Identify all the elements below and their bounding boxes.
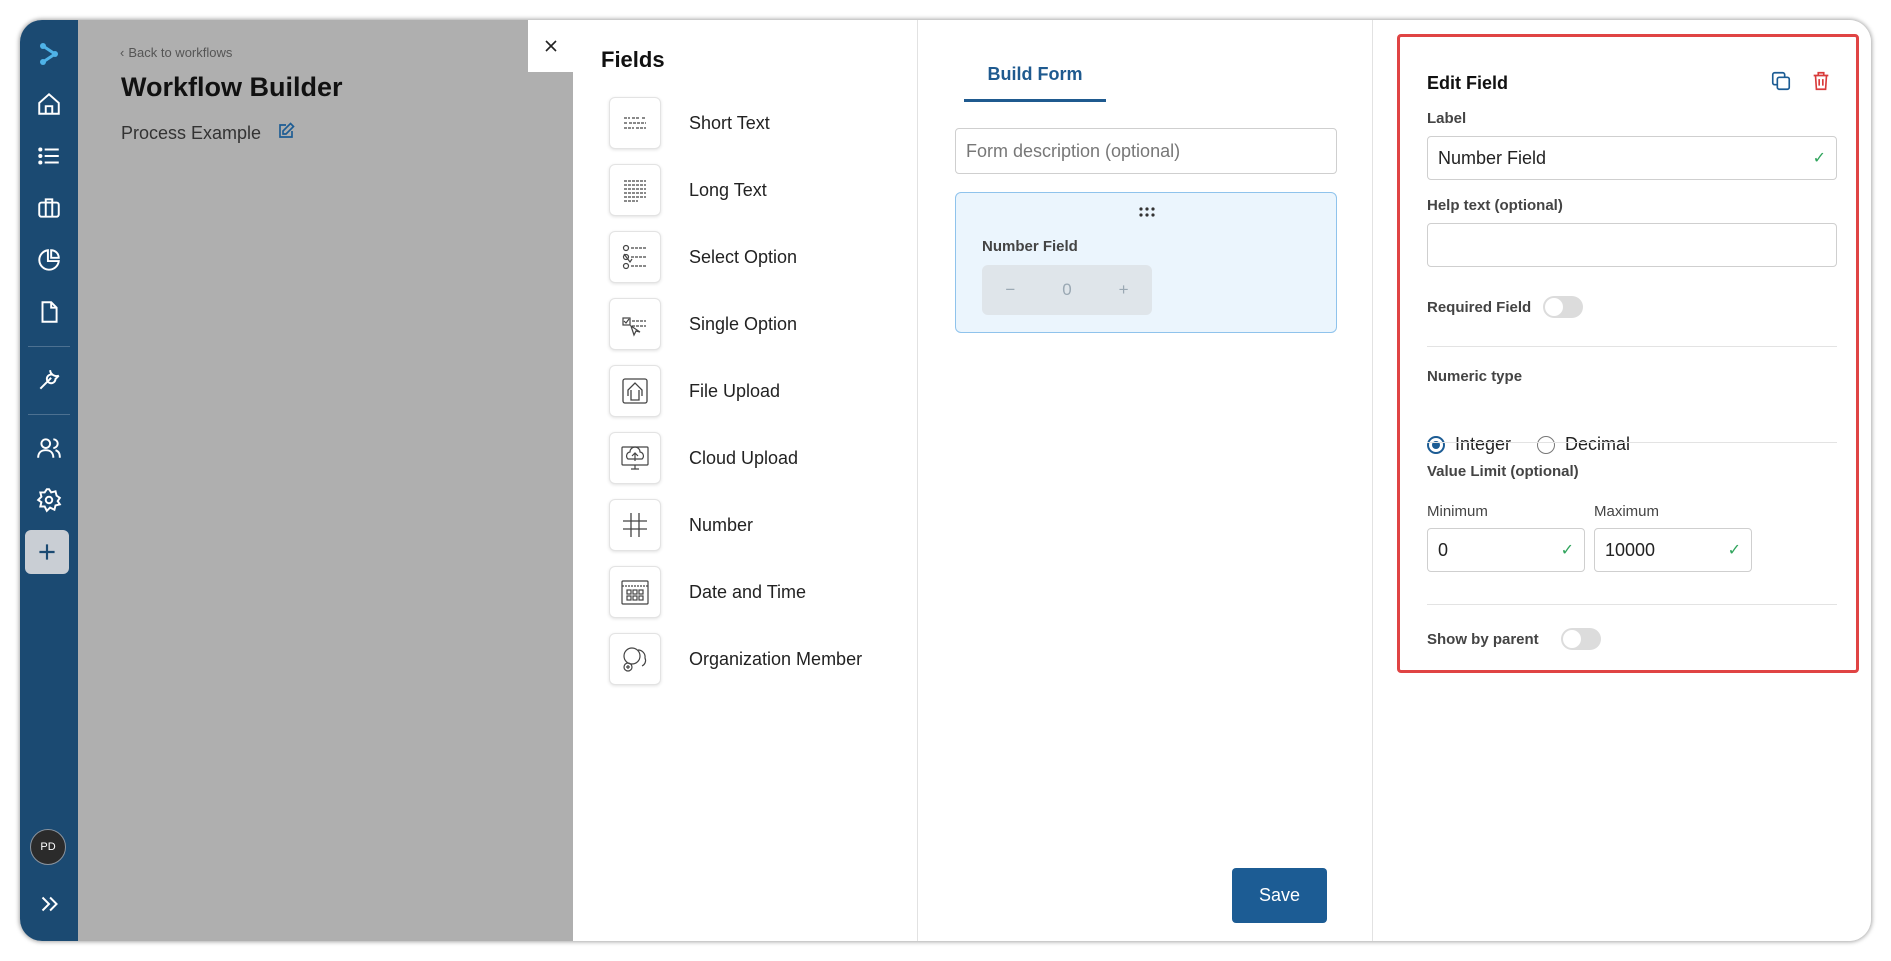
gear-icon[interactable] <box>29 480 69 520</box>
field-item-label: Number <box>689 514 754 535</box>
field-item-label: Select Option <box>689 246 798 267</box>
field-item-cloud-upload[interactable]: Cloud Upload <box>609 432 798 484</box>
briefcase-icon[interactable] <box>29 188 69 228</box>
edit-field-panel: Edit Field Label Number Field ✓ Help tex… <box>1373 20 1871 941</box>
process-name: Process Example <box>121 122 295 145</box>
app-window: PD ‹ Back to workflows Workflow Builder … <box>20 20 1871 941</box>
decrement-button[interactable]: − <box>990 280 1030 300</box>
process-name-label: Process Example <box>121 123 262 143</box>
edit-icon[interactable] <box>277 122 295 145</box>
number-stepper[interactable]: − 0 + <box>982 265 1152 315</box>
avatar[interactable]: PD <box>30 829 66 865</box>
field-item-number[interactable]: Number <box>609 499 753 551</box>
check-icon: ✓ <box>1560 542 1574 559</box>
wrench-icon[interactable] <box>29 360 69 400</box>
integer-radio[interactable] <box>1427 435 1445 454</box>
build-panel: Build Form Form description (optional) N… <box>918 20 1373 941</box>
field-item-label: Organization Member <box>689 648 863 669</box>
help-text-input[interactable] <box>1427 223 1837 267</box>
field-item-select-option[interactable]: Select Option <box>609 231 797 283</box>
sidebar-divider <box>28 414 70 415</box>
maximum-value: 10000 <box>1605 539 1656 560</box>
single-option-icon <box>609 298 661 350</box>
label-input[interactable]: Number Field ✓ <box>1427 136 1837 180</box>
field-item-label: Single Option <box>689 313 798 334</box>
back-link-label: Back to workflows <box>128 45 233 60</box>
integer-label: Integer <box>1455 434 1512 454</box>
number-field-card[interactable]: Number Field − 0 + <box>955 192 1337 333</box>
close-button[interactable] <box>528 20 573 72</box>
value-limit-caption: Value Limit (optional) <box>1427 463 1579 480</box>
field-item-single-option[interactable]: Single Option <box>609 298 797 350</box>
minimum-input[interactable]: 0 ✓ <box>1427 528 1585 572</box>
short-text-icon <box>609 97 661 149</box>
maximum-caption: Maximum <box>1594 503 1660 520</box>
member-icon <box>609 633 661 685</box>
trash-icon[interactable] <box>1810 70 1832 97</box>
file-upload-icon <box>609 365 661 417</box>
maximum-input[interactable]: 10000 ✓ <box>1594 528 1752 572</box>
cloud-upload-icon <box>609 432 661 484</box>
back-link[interactable]: ‹ Back to workflows <box>120 45 232 60</box>
field-item-short-text[interactable]: Short Text <box>609 97 770 149</box>
sidebar: PD <box>20 20 78 941</box>
pie-chart-icon[interactable] <box>29 240 69 280</box>
long-text-icon <box>609 164 661 216</box>
form-description-input[interactable]: Form description (optional) <box>955 128 1337 174</box>
fields-panel: Fields Short Text Long Text Select Optio… <box>573 20 918 941</box>
field-item-label: File Upload <box>689 380 781 401</box>
page-overlay: ‹ Back to workflows Workflow Builder Pro… <box>78 20 573 941</box>
stepper-value: 0 <box>1062 280 1072 299</box>
field-item-label: Long Text <box>689 179 767 200</box>
chevron-left-icon: ‹ <box>120 45 125 60</box>
decimal-radio[interactable] <box>1537 435 1556 454</box>
tab-build-form[interactable]: Build Form <box>964 64 1106 102</box>
home-icon[interactable] <box>29 84 69 124</box>
number-icon <box>609 499 661 551</box>
close-icon <box>544 40 557 52</box>
field-item-organization-member[interactable]: Organization Member <box>609 633 862 685</box>
field-item-date-time[interactable]: Date and Time <box>609 566 806 618</box>
field-item-label: Short Text <box>689 112 770 133</box>
required-field-toggle[interactable] <box>1543 296 1583 318</box>
logo-icon[interactable] <box>29 34 69 74</box>
minimum-value: 0 <box>1438 539 1449 560</box>
field-item-long-text[interactable]: Long Text <box>609 164 767 216</box>
show-by-parent-toggle[interactable] <box>1561 628 1601 650</box>
check-icon: ✓ <box>1812 150 1826 167</box>
list-icon[interactable] <box>29 136 69 176</box>
numeric-type-caption: Numeric type <box>1427 368 1523 385</box>
number-field-label: Number Field <box>982 238 1078 255</box>
document-icon[interactable] <box>29 292 69 332</box>
numeric-type-group: Integer Decimal <box>1427 434 1630 455</box>
save-button[interactable]: Save <box>1232 868 1327 923</box>
divider <box>1427 346 1837 347</box>
field-item-file-upload[interactable]: File Upload <box>609 365 780 417</box>
check-icon: ✓ <box>1727 542 1741 559</box>
edit-field-title: Edit Field <box>1427 73 1508 93</box>
decimal-label: Decimal <box>1565 434 1631 454</box>
add-icon[interactable] <box>25 530 69 574</box>
expand-icon[interactable] <box>29 884 69 924</box>
edit-field-highlight: Edit Field Label Number Field ✓ Help tex… <box>1397 34 1859 673</box>
users-icon[interactable] <box>29 428 69 468</box>
divider <box>1427 442 1837 443</box>
label-input-value: Number Field <box>1438 147 1547 168</box>
required-field-caption: Required Field <box>1427 299 1532 316</box>
field-item-label: Date and Time <box>689 581 807 602</box>
field-item-label: Cloud Upload <box>689 447 799 468</box>
show-by-parent-caption: Show by parent <box>1427 631 1539 648</box>
select-option-icon <box>609 231 661 283</box>
label-caption: Label <box>1427 110 1467 127</box>
fields-heading: Fields <box>601 47 665 72</box>
page-title: Workflow Builder <box>121 72 343 102</box>
drag-handle-icon[interactable] <box>1138 205 1156 223</box>
calendar-icon <box>609 566 661 618</box>
sidebar-divider <box>28 346 70 347</box>
divider <box>1427 604 1837 605</box>
increment-button[interactable]: + <box>1104 280 1144 300</box>
help-text-caption: Help text (optional) <box>1427 197 1563 214</box>
minimum-caption: Minimum <box>1427 503 1488 520</box>
copy-icon[interactable] <box>1770 70 1792 97</box>
